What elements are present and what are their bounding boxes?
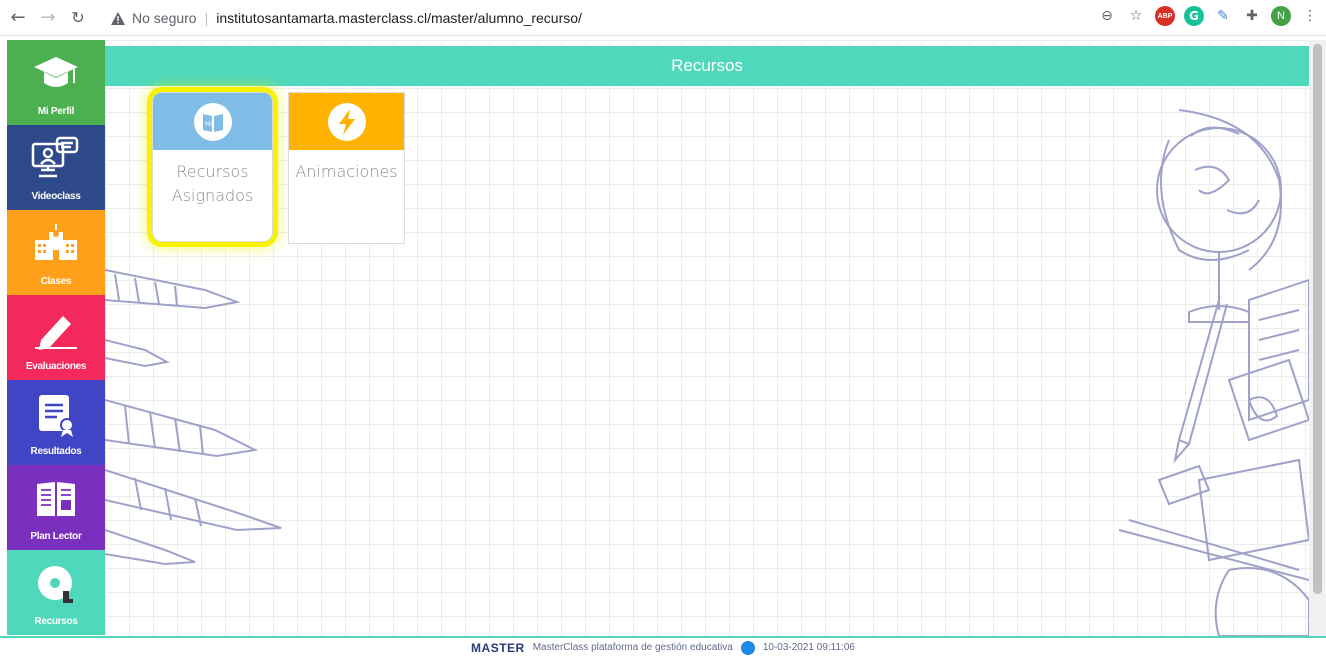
footer-timestamp: 10-03-2021 09:11:06 [762, 642, 855, 653]
page-scrollbar[interactable] [1309, 40, 1326, 636]
sidebar-item-clases[interactable]: Clases [7, 210, 105, 295]
card-title-line: Recursos [176, 162, 249, 181]
open-book-icon [30, 473, 82, 525]
sidebar-item-label: Resultados [30, 446, 82, 457]
masterclass-logo: MASTER [471, 640, 525, 655]
toolbar-extensions: ⊖ ☆ ABP G ✎ ✚ N ⋮ [1097, 6, 1320, 26]
card-title: Recursos Asignados [172, 160, 254, 208]
profile-avatar[interactable]: N [1271, 6, 1291, 26]
reload-icon[interactable]: ↻ [66, 6, 90, 30]
warning-icon [110, 10, 126, 26]
school-building-icon [30, 218, 82, 270]
sidebar-item-videoclass[interactable]: Videoclass [7, 125, 105, 210]
pencil-icon [30, 303, 82, 355]
sidebar-item-label: Clases [40, 276, 72, 287]
menu-kebab-icon[interactable]: ⋮ [1300, 6, 1320, 26]
sidebar-item-evaluaciones[interactable]: Evaluaciones [7, 295, 105, 380]
puzzle-extensions-icon[interactable]: ✚ [1242, 6, 1262, 26]
school-supplies-illustration [1118, 109, 1309, 636]
sidebar-item-label: Mi Perfil [37, 106, 75, 117]
footer-text: MasterClass plataforma de gestión educat… [532, 642, 733, 653]
card-header: Hi [153, 93, 272, 150]
sidebar: Mi Perfil Videoclass Clases Evaluaciones… [7, 40, 105, 636]
card-title: Animaciones [295, 162, 398, 181]
card-title-line: Asignados [171, 186, 254, 205]
sidebar-item-mi-perfil[interactable]: Mi Perfil [7, 40, 105, 125]
card-animaciones[interactable]: Animaciones [288, 92, 405, 244]
sidebar-item-label: Plan Lector [30, 531, 82, 542]
bookmark-star-icon[interactable]: ☆ [1126, 6, 1146, 26]
scrollbar-thumb[interactable] [1313, 44, 1322, 594]
certificate-icon [30, 388, 82, 440]
sidebar-item-plan-lector[interactable]: Plan Lector [7, 465, 105, 550]
book-icon: Hi [193, 102, 232, 141]
divider: | [204, 10, 209, 26]
clock-icon [740, 640, 755, 655]
pen-extension-icon[interactable]: ✎ [1213, 6, 1233, 26]
url-text[interactable]: institutosantamarta.masterclass.cl/maste… [216, 10, 582, 26]
forward-arrow-icon[interactable]: → [36, 6, 60, 30]
footer: MASTER MasterClass plataforma de gestión… [0, 636, 1326, 657]
sidebar-item-resultados[interactable]: Resultados [7, 380, 105, 465]
zoom-icon[interactable]: ⊖ [1097, 6, 1117, 26]
sidebar-item-label: Recursos [34, 616, 78, 627]
sidebar-item-recursos[interactable]: Recursos [7, 550, 105, 635]
sidebar-item-label: Evaluaciones [25, 361, 87, 372]
grammarly-icon[interactable]: G [1184, 6, 1204, 26]
disc-icon [30, 558, 82, 610]
page-title: Recursos [105, 46, 1309, 86]
main-content: Recursos Hi Recursos Asignados Animacion… [105, 40, 1309, 636]
browser-toolbar: ← → ↻ No seguro | institutosantamarta.ma… [0, 0, 1326, 36]
svg-text:Hi: Hi [205, 120, 212, 128]
card-header [289, 93, 404, 150]
back-arrow-icon[interactable]: ← [6, 6, 30, 30]
adblock-icon[interactable]: ABP [1155, 6, 1175, 26]
lightning-icon [327, 102, 366, 141]
video-conference-icon [30, 133, 82, 185]
card-recursos-asignados[interactable]: Hi Recursos Asignados [152, 92, 273, 242]
security-label[interactable]: No seguro [132, 10, 197, 26]
graduation-cap-icon [30, 48, 82, 100]
sidebar-item-label: Videoclass [31, 191, 81, 202]
pencils-illustration [105, 269, 282, 566]
